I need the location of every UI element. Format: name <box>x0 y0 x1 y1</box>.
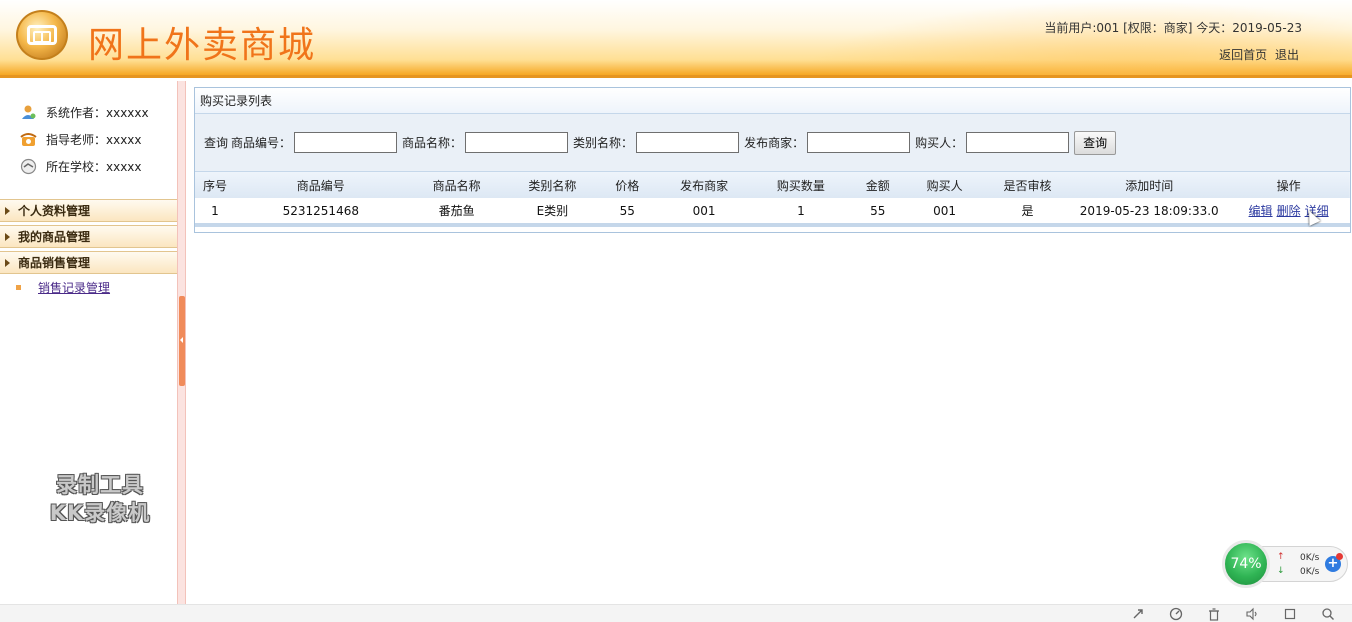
buyer-input[interactable] <box>966 132 1070 153</box>
sales-records-link[interactable]: 销售记录管理 <box>38 279 110 296</box>
speed-icon[interactable] <box>1168 607 1184 622</box>
watermark-line1: 录制工具 <box>56 473 144 497</box>
cell-category: E类别 <box>536 204 569 218</box>
collapse-sidebar-handle[interactable] <box>179 296 185 386</box>
col-header: 商品编号 <box>296 178 345 193</box>
cell-price: 55 <box>619 203 635 218</box>
sidebar: 系统作者：xxxxxx 指导老师：xxxxx 所在学校：xxxxx 个人资料管理… <box>0 81 177 604</box>
col-header: 类别名称 <box>528 178 577 193</box>
table-row: 1 5231251468 番茄鱼 E类别 55 001 1 55 001 是 2… <box>195 198 1350 225</box>
menu-personal-info[interactable]: 个人资料管理 <box>0 199 177 222</box>
col-header: 购买人 <box>926 178 963 193</box>
sidebar-info-school: 所在学校：xxxxx <box>20 157 142 175</box>
cell-amount: 55 <box>870 203 886 218</box>
home-link[interactable]: 返回首页 <box>1219 48 1267 62</box>
cell-product-code: 5231251468 <box>282 203 359 218</box>
cell-approved: 是 <box>1021 204 1034 218</box>
speaker-icon[interactable] <box>1244 607 1260 622</box>
menu-label: 我的商品管理 <box>18 230 91 244</box>
product-name-input[interactable] <box>465 132 569 153</box>
delete-link[interactable]: 删除 <box>1277 204 1301 218</box>
upload-arrow-icon: ↑ <box>1277 552 1285 562</box>
category-name-label: 类别名称： <box>573 136 634 150</box>
download-arrow-icon: ↓ <box>1277 566 1285 576</box>
records-table-wrap: 序号 商品编号 商品名称 类别名称 价格 发布商家 购买数量 金额 购买人 是否… <box>195 172 1350 227</box>
menu-label: 个人资料管理 <box>18 204 91 218</box>
cell-quantity: 1 <box>797 203 805 218</box>
bottom-toolbar <box>0 604 1352 622</box>
cell-added-time: 2019-05-23 18:09:33.0 <box>1079 203 1219 218</box>
user-icon <box>20 104 37 121</box>
product-name-label: 商品名称： <box>402 136 463 150</box>
triangle-down-icon <box>5 258 10 267</box>
table-header-row: 序号 商品编号 商品名称 类别名称 价格 发布商家 购买数量 金额 购买人 是否… <box>195 172 1350 198</box>
download-speed: 0K/s <box>1300 567 1320 577</box>
current-user-info: 当前用户:001 [权限：商家] 今天：2019-05-23 <box>1044 21 1302 35</box>
records-table: 序号 商品编号 商品名称 类别名称 价格 发布商家 购买数量 金额 购买人 是否… <box>195 172 1350 227</box>
main-content: 购买记录列表 查询 商品编号： 商品名称： 类别名称： 发布商家： 购买人： 查… <box>186 81 1352 604</box>
submenu-sales-records: 销售记录管理 <box>16 279 110 296</box>
edit-link[interactable]: 编辑 <box>1249 204 1273 218</box>
product-code-label: 商品编号： <box>231 136 292 150</box>
col-header: 价格 <box>615 178 640 193</box>
trash-icon[interactable] <box>1206 607 1222 622</box>
school-label: 所在学校：xxxxx <box>46 159 142 174</box>
col-header: 购买数量 <box>776 178 825 193</box>
sidebar-splitter <box>177 81 186 604</box>
merchant-label: 发布商家： <box>744 136 805 150</box>
rocket-icon[interactable] <box>1130 607 1146 622</box>
sidebar-info-author: 系统作者：xxxxxx <box>20 103 149 121</box>
cell-merchant: 001 <box>692 203 716 218</box>
col-header: 发布商家 <box>680 178 729 193</box>
author-label: 系统作者：xxxxxx <box>46 105 149 120</box>
network-speed-widget[interactable]: 74% ↑ ↓ 0K/s 0K/s + <box>1222 540 1348 588</box>
product-code-input[interactable] <box>294 132 398 153</box>
cell-buyer: 001 <box>933 203 957 218</box>
upload-speed: 0K/s <box>1300 553 1320 563</box>
search-prefix: 查询 <box>204 136 229 150</box>
col-header: 是否审核 <box>1003 178 1052 193</box>
category-name-input[interactable] <box>636 132 740 153</box>
teacher-label: 指导老师：xxxxx <box>46 132 142 147</box>
col-header: 操作 <box>1276 178 1301 193</box>
site-title: 网上外卖商城 <box>88 25 317 66</box>
triangle-right-icon <box>5 232 10 241</box>
cell-operations: 编辑 删除 详细 <box>1227 198 1350 225</box>
merchant-input[interactable] <box>807 132 911 153</box>
query-button[interactable]: 查询 <box>1074 130 1117 155</box>
school-icon <box>20 158 37 175</box>
search-bar: 查询 商品编号： 商品名称： 类别名称： 发布商家： 购买人： 查询 <box>195 114 1350 172</box>
sidebar-info-teacher: 指导老师：xxxxx <box>20 130 142 148</box>
header: 网上外卖商城 当前用户:001 [权限：商家] 今天：2019-05-23 返回… <box>0 0 1352 78</box>
header-links: 返回首页 退出 <box>1215 46 1299 63</box>
panel-title: 购买记录列表 <box>195 88 1350 114</box>
logout-link[interactable]: 退出 <box>1275 48 1299 62</box>
cell-product-name: 番茄鱼 <box>438 204 475 218</box>
watermark-line2: KK录像机 <box>49 501 151 525</box>
page: 网上外卖商城 当前用户:001 [权限：商家] 今天：2019-05-23 返回… <box>0 0 1352 622</box>
plus-icon[interactable]: + <box>1325 553 1343 572</box>
logo <box>16 10 68 60</box>
col-header: 添加时间 <box>1125 178 1174 193</box>
bullet-icon <box>16 285 21 290</box>
recorder-watermark: 录制工具 KK录像机 <box>30 471 170 527</box>
col-header: 商品名称 <box>432 178 481 193</box>
window-icon[interactable] <box>1282 607 1298 622</box>
menu-my-products[interactable]: 我的商品管理 <box>0 225 177 248</box>
search-icon[interactable] <box>1320 607 1336 622</box>
menu-label: 商品销售管理 <box>18 256 91 270</box>
col-header: 序号 <box>202 178 227 193</box>
col-header: 金额 <box>865 178 890 193</box>
memory-usage-ball[interactable]: 74% <box>1222 540 1270 588</box>
purchase-records-panel: 购买记录列表 查询 商品编号： 商品名称： 类别名称： 发布商家： 购买人： 查… <box>194 87 1351 233</box>
buyer-label: 购买人： <box>915 136 964 150</box>
triangle-right-icon <box>5 206 10 215</box>
phone-icon <box>20 131 37 148</box>
cell-index: 1 <box>211 203 219 218</box>
menu-product-sales[interactable]: 商品销售管理 <box>0 251 177 274</box>
